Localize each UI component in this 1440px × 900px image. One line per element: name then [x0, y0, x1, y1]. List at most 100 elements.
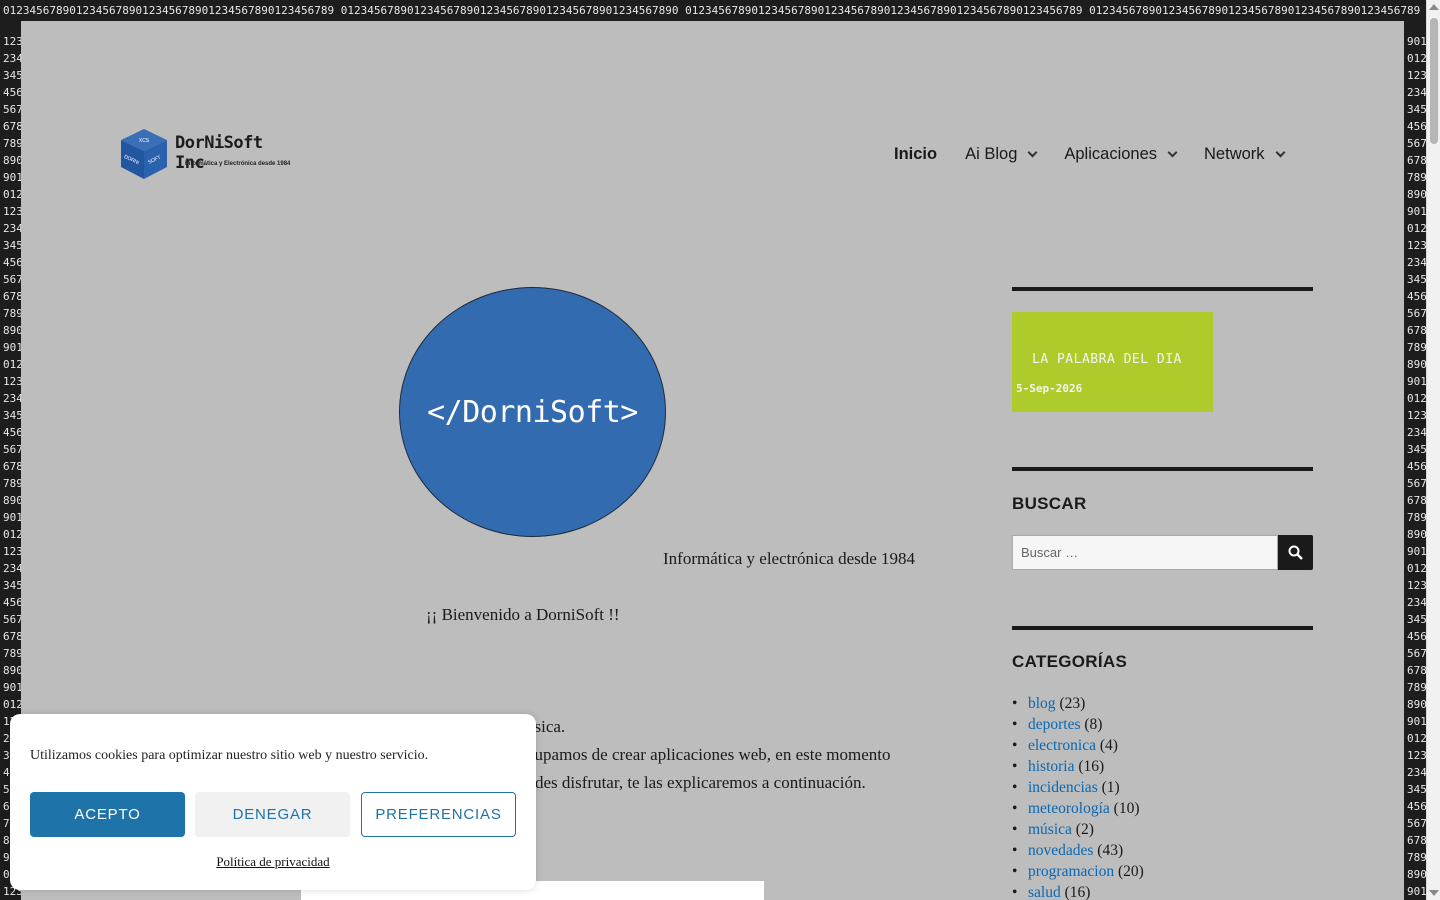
widget-divider — [1012, 626, 1313, 630]
category-link[interactable]: historia — [1028, 758, 1075, 775]
cube-logo-icon: XCS DORNI SOFT — [121, 129, 167, 179]
digit-row: 789 — [1407, 511, 1426, 524]
category-count: (16) — [1064, 884, 1091, 900]
site-logo[interactable]: XCS DORNI SOFT DorNiSoft Inc Informática… — [119, 127, 294, 183]
category-count: (8) — [1084, 716, 1103, 733]
digit-row: 901 — [1407, 375, 1426, 388]
category-link[interactable]: blog — [1028, 695, 1056, 712]
scroll-thumb[interactable] — [1430, 18, 1438, 144]
digit-row: 789 — [1407, 851, 1426, 864]
category-link[interactable]: meteorología — [1028, 800, 1110, 817]
digit-row: 678 — [3, 460, 21, 473]
digit-row: 789 — [3, 647, 21, 660]
palabra-del-dia-widget[interactable]: LA PALABRA DEL DIA 5-Sep-2026 — [1012, 312, 1213, 412]
nav-item-ai-blog[interactable]: Ai Blog — [965, 144, 1038, 164]
hero-text: </DorniSoft> — [427, 394, 638, 430]
digit-row: 456 — [1407, 460, 1426, 473]
cookie-consent-banner: Utilizamos cookies para optimizar nuestr… — [10, 714, 536, 890]
digit-row: 456 — [3, 86, 21, 99]
category-link[interactable]: novedades — [1028, 842, 1093, 859]
nav-item-aplicaciones[interactable]: Aplicaciones — [1064, 144, 1178, 164]
digit-row: 890 — [1407, 188, 1426, 201]
widget-divider — [1012, 287, 1313, 291]
categories-widget-title: CATEGORÍAS — [1012, 652, 1128, 671]
nav-item-label: Ai Blog — [965, 144, 1018, 163]
digit-row: 123 — [3, 545, 21, 558]
category-item: salud (16) — [1012, 882, 1144, 900]
scroll-down-icon[interactable] — [1429, 890, 1439, 896]
page-scrollbar[interactable] — [1426, 0, 1440, 900]
digit-row: 345 — [3, 239, 21, 252]
main-nav: Inicio Ai Blog Aplicaciones Network — [894, 142, 1285, 166]
nav-item-inicio[interactable]: Inicio — [894, 145, 937, 164]
digit-row: 901 — [3, 511, 21, 524]
digit-row: 890 — [1407, 868, 1426, 881]
category-link[interactable]: programacion — [1028, 863, 1114, 880]
chevron-down-icon[interactable] — [1167, 147, 1178, 157]
hero-image: </DorniSoft> — [399, 287, 666, 537]
digit-row: 789 — [3, 137, 21, 150]
cookie-preferences-button[interactable]: PREFERENCIAS — [361, 792, 516, 837]
digit-row: 890 — [3, 324, 21, 337]
scroll-up-icon[interactable] — [1429, 4, 1439, 10]
digit-row: 678 — [3, 290, 21, 303]
category-link[interactable]: electronica — [1028, 737, 1096, 754]
digit-row: 345 — [3, 409, 21, 422]
category-link[interactable]: música — [1028, 821, 1072, 838]
digit-row: 012 — [3, 698, 21, 711]
accept-cookies-button[interactable]: ACEPTO — [30, 792, 185, 837]
category-item: música (2) — [1012, 819, 1144, 840]
search-button[interactable] — [1278, 535, 1313, 570]
category-item: deportes (8) — [1012, 714, 1144, 735]
digit-row: 012 — [1407, 52, 1426, 65]
digit-row: 123 — [1407, 409, 1426, 422]
logo-cube-top-text: XCS — [139, 138, 150, 144]
digit-row: 234 — [3, 52, 21, 65]
digit-row: 234 — [3, 392, 21, 405]
digit-row: 345 — [1407, 783, 1426, 796]
category-item: incidencias (1) — [1012, 777, 1144, 798]
category-count: (2) — [1075, 821, 1094, 838]
intro-paragraph-line: cupamos de crear aplicaciones web, en es… — [527, 745, 891, 764]
digit-row: 012 — [3, 528, 21, 541]
digit-row: 234 — [1407, 766, 1426, 779]
chevron-down-icon[interactable] — [1027, 147, 1038, 157]
digit-row: 901 — [3, 171, 21, 184]
digit-row: 901 — [1407, 35, 1426, 48]
category-link[interactable]: deportes — [1028, 716, 1081, 733]
digit-row: 789 — [3, 307, 21, 320]
search-input[interactable]: Buscar … — [1012, 535, 1278, 570]
digit-row: 456 — [1407, 630, 1426, 643]
digit-row: 890 — [1407, 528, 1426, 541]
digit-row: 012 — [3, 358, 21, 371]
digit-row: 123 — [1407, 749, 1426, 762]
category-item: novedades (43) — [1012, 840, 1144, 861]
digit-row: 123 — [3, 375, 21, 388]
digit-row: 567 — [1407, 477, 1426, 490]
digit-row: 678 — [3, 120, 21, 133]
search-icon — [1288, 545, 1303, 560]
digit-row: 234 — [1407, 426, 1426, 439]
privacy-policy-link[interactable]: Política de privacidad — [10, 854, 536, 870]
nav-item-label: Aplicaciones — [1064, 144, 1158, 163]
chevron-down-icon[interactable] — [1275, 147, 1285, 157]
digit-row: 890 — [1407, 698, 1426, 711]
digits-background-top: 0123456789012345678901234567890123456789… — [0, 0, 1440, 21]
digit-row: 890 — [1407, 358, 1426, 371]
category-link[interactable]: salud — [1028, 884, 1061, 900]
digit-row: 678 — [3, 630, 21, 643]
digit-row: 456 — [3, 256, 21, 269]
deny-cookies-button[interactable]: DENEGAR — [195, 792, 350, 837]
nav-item-network[interactable]: Network — [1204, 145, 1285, 164]
category-count: (16) — [1078, 758, 1105, 775]
digit-row: 456 — [3, 426, 21, 439]
category-count: (43) — [1097, 842, 1124, 859]
digit-row: 901 — [1407, 715, 1426, 728]
digit-row: 012 — [1407, 732, 1426, 745]
digit-row: 901 — [1407, 885, 1426, 898]
category-link[interactable]: incidencias — [1028, 779, 1098, 796]
digit-row: 345 — [1407, 443, 1426, 456]
digit-row: 901 — [3, 681, 21, 694]
digit-row: 567 — [3, 273, 21, 286]
digit-row: 456 — [1407, 290, 1426, 303]
